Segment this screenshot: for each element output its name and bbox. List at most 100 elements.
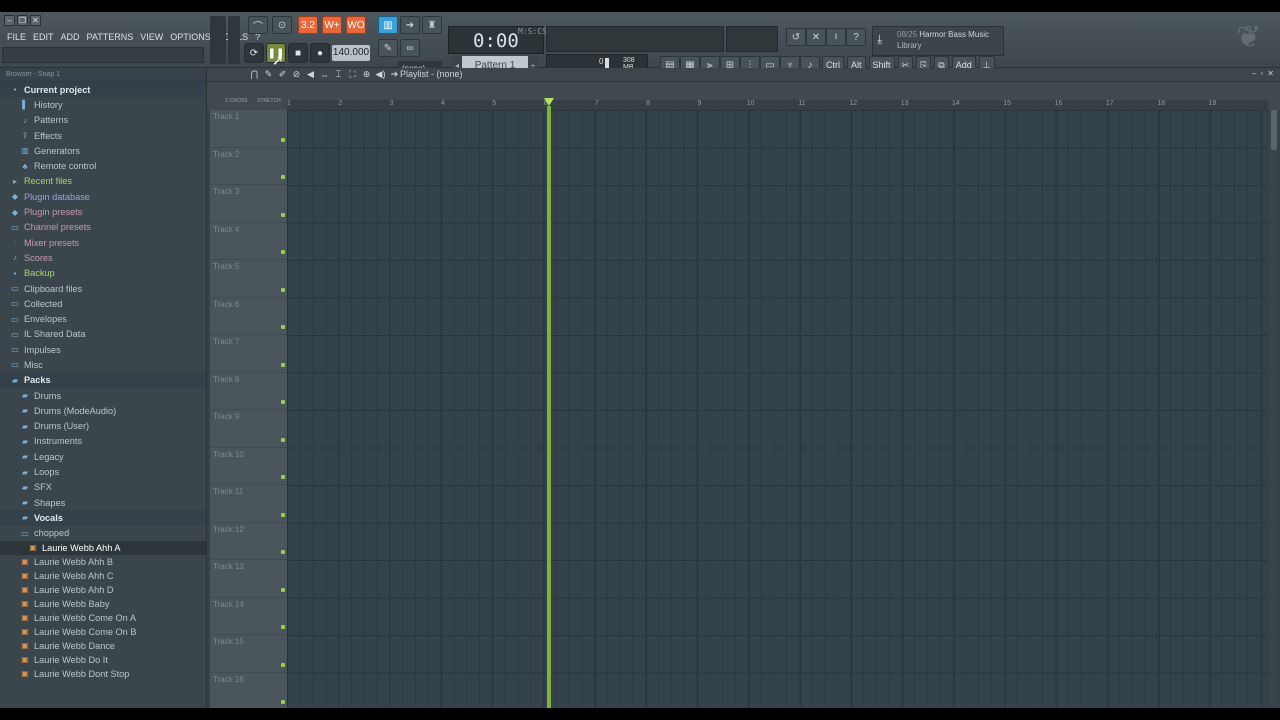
- track-mute-led[interactable]: [281, 475, 285, 479]
- browser-item[interactable]: ▥ Generators: [0, 143, 206, 158]
- track-header[interactable]: Track 2: [210, 148, 288, 185]
- browser-item[interactable]: ◆ Plugin presets: [0, 204, 206, 219]
- metronome-icon[interactable]: ⌒: [248, 16, 268, 34]
- browser-file[interactable]: ▣ Laurie Webb Ahh D: [0, 583, 206, 597]
- timeline-ruler[interactable]: 1 2 3 4 5 6 7 8 9 10 11 12 13 14 15 16 17 18 19: [287, 100, 1268, 110]
- browser-item[interactable]: ▰ Loops: [0, 464, 206, 479]
- track-header[interactable]: Track 14: [210, 598, 288, 635]
- browser-item[interactable]: ▪ Backup: [0, 266, 206, 281]
- browser-item[interactable]: ▭ Clipboard files: [0, 281, 206, 296]
- browser-item[interactable]: ▭ Channel presets: [0, 220, 206, 235]
- stretch-label[interactable]: STRETCH: [257, 98, 281, 104]
- browser-item[interactable]: ▰ Legacy: [0, 449, 206, 464]
- select-icon[interactable]: ⛶: [347, 69, 358, 80]
- menu-options[interactable]: OPTIONS: [167, 30, 214, 44]
- tempo-display[interactable]: 140.000: [332, 45, 370, 61]
- maximize-icon[interactable]: ▫: [1260, 69, 1263, 78]
- menu-view[interactable]: VIEW: [137, 30, 166, 44]
- slip-icon[interactable]: ⇔: [319, 69, 330, 80]
- track-mute-led[interactable]: [281, 250, 285, 254]
- track-header[interactable]: Track 7: [210, 335, 288, 373]
- record-icon[interactable]: ●: [310, 43, 330, 63]
- track-header[interactable]: Track 13: [210, 560, 288, 598]
- browser-file[interactable]: ▣ Laurie Webb Come On A: [0, 611, 206, 625]
- track-mute-led[interactable]: [281, 325, 285, 329]
- link-icon[interactable]: ∞: [400, 39, 420, 57]
- arrow-icon[interactable]: ➔: [389, 69, 400, 80]
- track-mute-led[interactable]: [281, 362, 285, 367]
- restore-icon[interactable]: ❐: [17, 15, 28, 26]
- track-mute-led[interactable]: [281, 587, 285, 592]
- browser-item[interactable]: ▰ SFX: [0, 480, 206, 495]
- track-mute-led[interactable]: [281, 550, 285, 554]
- browser-item[interactable]: ▸ Recent files: [0, 174, 206, 189]
- track-mute-led[interactable]: [281, 662, 285, 667]
- browser-item[interactable]: ♪ Patterns: [0, 113, 206, 128]
- browser-item[interactable]: ▰ Drums (ModeAudio): [0, 403, 206, 418]
- draw-icon[interactable]: ✎: [263, 69, 274, 80]
- menu-patterns[interactable]: PATTERNS: [84, 30, 137, 44]
- browser-item[interactable]: ▌ History: [0, 97, 206, 112]
- browser-item[interactable]: ▰ Instruments: [0, 434, 206, 449]
- track-mute-led[interactable]: [281, 400, 285, 404]
- loop-mode-icon[interactable]: ⟳: [244, 43, 264, 63]
- typing-keyboard-icon[interactable]: ▥: [378, 16, 398, 34]
- track-mute-led[interactable]: [281, 137, 285, 142]
- minimize-icon[interactable]: –: [4, 15, 15, 26]
- browser-item[interactable]: ▰ Packs: [0, 372, 206, 388]
- browser-file[interactable]: ▣ Laurie Webb Baby: [0, 597, 206, 611]
- playlist-grid[interactable]: [287, 110, 1268, 708]
- track-mute-led[interactable]: [281, 512, 285, 517]
- browser-file[interactable]: ▣ Laurie Webb Dont Stop: [0, 667, 206, 681]
- browser-file[interactable]: ▣ Laurie Webb Dance: [0, 639, 206, 653]
- track-header[interactable]: Track 16: [210, 673, 288, 709]
- minimize-icon[interactable]: –: [1252, 69, 1256, 78]
- tools-icon[interactable]: ✕: [806, 28, 826, 46]
- scroll-thumb[interactable]: [1271, 110, 1277, 150]
- zcross-label[interactable]: Z-CROSS: [225, 98, 248, 104]
- track-header[interactable]: Track 12: [210, 523, 288, 560]
- browser-item[interactable]: ▭ Misc: [0, 357, 206, 372]
- delete-icon[interactable]: ⊘: [291, 69, 302, 80]
- browser-item[interactable]: ⫶ Mixer presets: [0, 235, 206, 250]
- browser-file[interactable]: ▣ Laurie Webb Do It: [0, 653, 206, 667]
- playhead[interactable]: [547, 106, 551, 708]
- browser-item[interactable]: ▪ Current project: [0, 82, 206, 98]
- track-mute-led[interactable]: [281, 287, 285, 292]
- browser-item[interactable]: ▭ Impulses: [0, 342, 206, 357]
- browser-file[interactable]: ▣ Laurie Webb Ahh C: [0, 569, 206, 583]
- track-header[interactable]: Track 3: [210, 185, 288, 223]
- track-mute-led[interactable]: [281, 625, 285, 629]
- track-mute-led[interactable]: [281, 212, 285, 217]
- track-mute-led[interactable]: [281, 437, 285, 442]
- browser-item[interactable]: ▭ IL Shared Data: [0, 327, 206, 342]
- track-header[interactable]: Track 15: [210, 635, 288, 673]
- pencil-icon[interactable]: ✎: [378, 39, 398, 57]
- track-header[interactable]: Track 4: [210, 223, 288, 260]
- track-mute-led[interactable]: [281, 700, 285, 704]
- browser-file[interactable]: ▣ Laurie Webb Come On B: [0, 625, 206, 639]
- browser-item[interactable]: ▰ Drums: [0, 388, 206, 403]
- microphone-icon[interactable]: ♮: [826, 28, 846, 46]
- track-header[interactable]: Track 11: [210, 485, 288, 523]
- zoom-icon[interactable]: ⊕: [361, 69, 372, 80]
- wait-input-icon[interactable]: ⊙: [272, 16, 292, 34]
- mixer-icon[interactable]: ♜: [422, 16, 442, 34]
- track-header[interactable]: Track 6: [210, 298, 288, 335]
- track-header[interactable]: Track 5: [210, 260, 288, 298]
- snap-arrow-icon[interactable]: ➜: [400, 16, 420, 34]
- browser-item[interactable]: ▰ Vocals: [0, 510, 206, 526]
- help-icon[interactable]: ?: [846, 28, 866, 46]
- undo-icon[interactable]: ↺: [786, 28, 806, 46]
- track-mute-led[interactable]: [281, 175, 285, 179]
- browser-item[interactable]: ⇧ Effects: [0, 128, 206, 143]
- track-header[interactable]: Track 9: [210, 410, 288, 448]
- close-icon[interactable]: ✕: [30, 15, 41, 26]
- track-header[interactable]: Track 8: [210, 373, 288, 410]
- slice-icon[interactable]: ⌶: [333, 69, 344, 80]
- browser-item[interactable]: ▭ Collected: [0, 296, 206, 311]
- blend-notes-button[interactable]: WO: [346, 16, 366, 34]
- news-panel[interactable]: ⤓ 08/25 Harmor Bass Music Library: [872, 26, 1004, 56]
- menu-file[interactable]: FILE: [4, 30, 29, 44]
- browser-file[interactable]: ▣ Laurie Webb Ahh A: [0, 540, 206, 555]
